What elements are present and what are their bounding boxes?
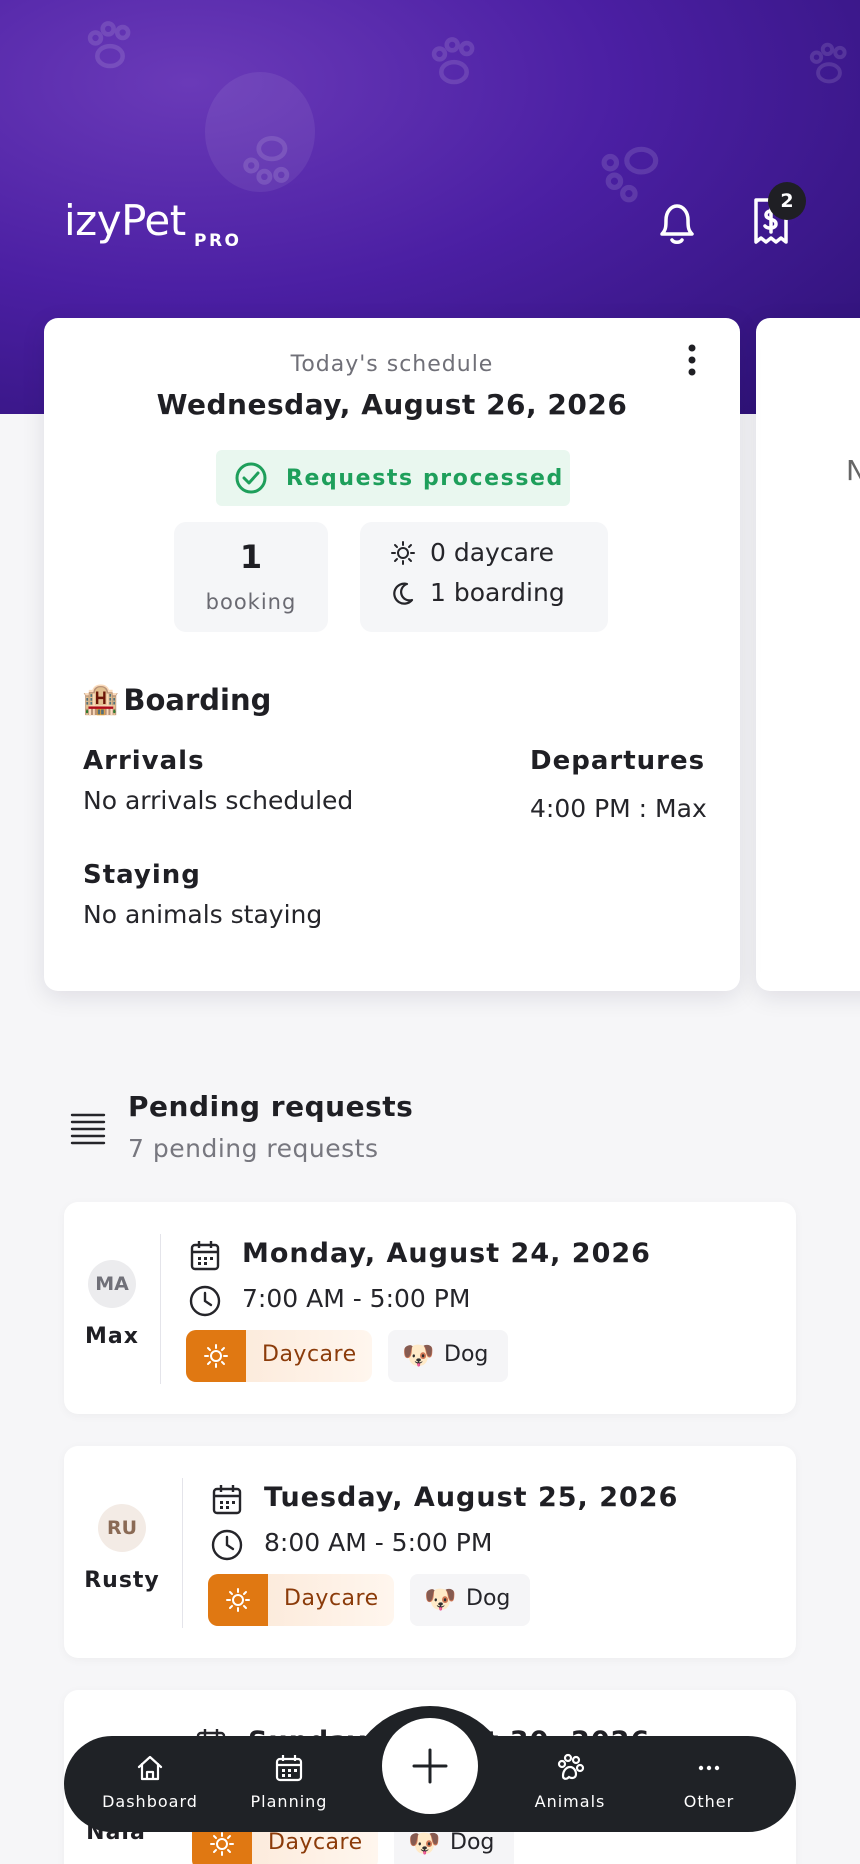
calendar-icon [190,1241,220,1271]
check-circle-icon [235,462,267,494]
species-tag: 🐶 Dog [388,1330,508,1382]
service-stat: 0 daycare 1 boarding [360,522,608,632]
home-icon [137,1755,163,1781]
daycare-count: 0 daycare [430,538,555,567]
dog-icon: 🐶 [402,1341,435,1371]
more-vertical-icon[interactable] [684,342,700,378]
status-text: Requests processed [286,465,564,491]
service-label: Daycare [268,1830,363,1855]
service-tag: Daycare [208,1574,394,1626]
staying-value: No animals staying [83,900,323,929]
plus-icon [412,1748,448,1784]
service-tag: Daycare [186,1330,372,1382]
clock-icon [211,1529,243,1561]
paw-icon [600,140,666,206]
status-badge: Requests processed [216,450,570,506]
nav-other[interactable]: Other [649,1752,769,1811]
avatar: MA [88,1260,136,1308]
request-card[interactable]: RU Rusty Tuesday, August 25, 2026 8:00 A… [64,1446,796,1658]
pending-title: Pending requests [128,1090,414,1123]
pending-count: 7 pending requests [128,1134,379,1163]
calendar-icon [275,1755,303,1782]
sun-icon [204,1344,228,1368]
pet-name: Max [85,1324,139,1349]
app-logo: izyPet [64,196,186,245]
nav-dashboard-label: Dashboard [102,1792,198,1811]
service-label: Daycare [262,1342,357,1367]
schedule-date: Wednesday, August 26, 2026 [156,388,628,421]
service-label: Daycare [284,1586,379,1611]
today-schedule-card: Today's schedule Wednesday, August 26, 2… [44,318,740,991]
arrivals-value: No arrivals scheduled [83,786,354,815]
bookings-count: 1 [239,538,263,576]
next-schedule-card[interactable]: N [756,318,860,991]
request-date: Tuesday, August 25, 2026 [264,1482,679,1513]
departures-value[interactable]: 4:00 PM : Max [530,794,707,823]
bell-icon[interactable] [654,198,700,248]
request-date: Monday, August 24, 2026 [242,1238,651,1269]
decor-blob [205,72,315,192]
dog-icon: 🐶 [408,1829,441,1859]
departures-label: Departures [530,746,706,776]
request-card[interactable]: MA Max Monday, August 24, 2026 7:00 AM -… [64,1202,796,1414]
receipts-badge: 2 [768,182,806,220]
arrivals-label: Arrivals [83,746,205,776]
avatar: RU [98,1504,146,1552]
dog-icon: 🐶 [424,1585,457,1615]
hotel-icon: 🏨 [82,682,120,717]
bookings-label: booking [205,590,297,614]
nav-dashboard[interactable]: Dashboard [90,1752,210,1811]
bookings-stat: 1 booking [174,522,328,632]
nav-planning[interactable]: Planning [229,1752,349,1811]
list-icon [70,1113,106,1145]
species-tag: 🐶 Dog [410,1574,530,1626]
next-card-peek-text: N [846,454,860,487]
staying-label: Staying [83,860,201,890]
dots-icon [698,1765,720,1771]
paw-nav-icon [557,1753,585,1780]
clock-icon [189,1285,221,1317]
nav-animals-label: Animals [534,1792,606,1811]
nav-other-label: Other [683,1792,735,1811]
divider [182,1478,183,1628]
boarding-count: 1 boarding [430,578,565,607]
paw-icon [80,18,140,76]
schedule-subtitle: Today's schedule [290,352,494,377]
paw-icon [425,34,483,92]
pet-name: Rusty [84,1568,160,1593]
calendar-icon [212,1485,242,1515]
species-label: Dog [444,1342,489,1367]
moon-icon [393,582,414,605]
species-label: Dog [466,1586,511,1611]
request-time: 7:00 AM - 5:00 PM [242,1284,471,1313]
request-time: 8:00 AM - 5:00 PM [264,1528,493,1557]
boarding-section-title: 🏨 Boarding [82,682,271,717]
sun-icon [226,1588,250,1612]
add-button[interactable] [382,1718,478,1814]
species-label: Dog [450,1830,495,1855]
divider [160,1234,161,1384]
paw-icon [804,40,854,90]
app-tier-label: PRO [194,231,242,251]
nav-animals[interactable]: Animals [510,1752,630,1811]
sun-icon [391,540,415,565]
boarding-title-text: Boarding [123,682,272,717]
nav-planning-label: Planning [250,1792,328,1811]
sun-icon [210,1832,234,1856]
